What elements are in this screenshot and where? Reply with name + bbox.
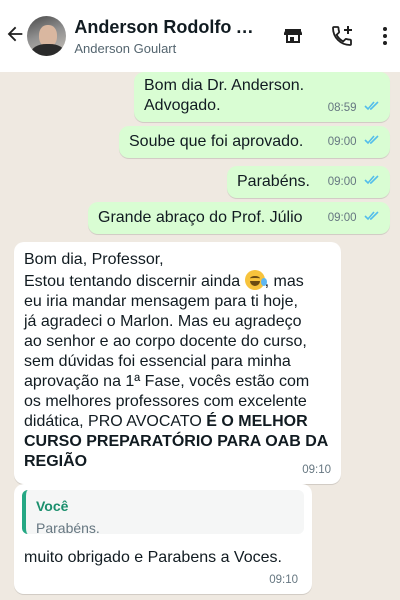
message-time: 09:00 xyxy=(327,136,357,148)
message-time: 09:00 xyxy=(327,176,357,188)
quoted-message[interactable]: Você Parabéns. xyxy=(22,490,304,536)
contact-subtitle: Anderson Goulart xyxy=(74,40,177,56)
back-arrow-icon[interactable] xyxy=(4,23,27,50)
read-ticks-icon xyxy=(364,171,380,191)
message-time: 09:10 xyxy=(269,574,298,586)
message-line: Estou tentando discernir ainda , mas xyxy=(24,270,331,292)
chat-header: Anderson Rodolfo Al... Anderson Goulart xyxy=(0,0,400,72)
contact-info[interactable]: Anderson Rodolfo Al... Anderson Goulart xyxy=(74,17,264,56)
message-text: Grande abraço do Prof. Júlio xyxy=(98,209,303,226)
incoming-message[interactable]: Você Parabéns. muito obrigado e Parabens… xyxy=(14,484,312,594)
message-text: , mas xyxy=(264,273,304,290)
outgoing-message[interactable]: Grande abraço do Prof. Júlio 09:00 xyxy=(88,202,390,234)
message-meta: 08:59 xyxy=(328,97,380,118)
quoted-text: Parabéns. xyxy=(36,520,100,536)
read-ticks-icon xyxy=(364,131,380,151)
contact-name: Anderson Rodolfo Al... xyxy=(74,16,265,37)
message-time: 09:00 xyxy=(327,212,357,224)
message-body-text: eu iria mandar mensagem para ti hoje, já… xyxy=(24,293,310,430)
read-ticks-icon xyxy=(364,207,380,227)
outgoing-message[interactable]: Bom dia Dr. Anderson. Advogado. 08:59 xyxy=(134,72,390,122)
add-call-icon[interactable] xyxy=(328,21,357,51)
message-time: 09:10 xyxy=(302,464,331,476)
message-body: eu iria mandar mensagem para ti hoje, já… xyxy=(24,292,331,472)
message-meta: 09:00 xyxy=(328,131,380,152)
read-ticks-icon xyxy=(364,97,380,117)
message-text: Estou tentando discernir ainda xyxy=(24,273,241,290)
outgoing-message[interactable]: Soube que foi aprovado. 09:00 xyxy=(119,126,390,158)
avatar[interactable] xyxy=(27,16,67,56)
message-text: Soube que foi aprovado. xyxy=(129,133,304,150)
incoming-message[interactable]: Bom dia, Professor, Estou tentando disce… xyxy=(14,242,341,484)
message-meta: 09:00 xyxy=(328,171,380,192)
grinning-sweat-emoji-icon xyxy=(244,270,267,290)
message-text: Parabéns. xyxy=(237,173,310,190)
message-greeting: Bom dia, Professor, xyxy=(24,251,164,268)
message-list[interactable]: Bom dia Dr. Anderson. Advogado. 08:59 So… xyxy=(0,72,400,600)
more-vert-icon[interactable] xyxy=(371,21,400,51)
message-text: muito obrigado e Parabens a Voces. xyxy=(24,549,282,566)
quoted-author: Você xyxy=(36,498,69,514)
store-icon[interactable] xyxy=(278,21,307,51)
message-time: 08:59 xyxy=(327,102,357,114)
outgoing-message[interactable]: Parabéns. 09:00 xyxy=(227,166,390,198)
message-meta: 09:00 xyxy=(328,207,380,228)
